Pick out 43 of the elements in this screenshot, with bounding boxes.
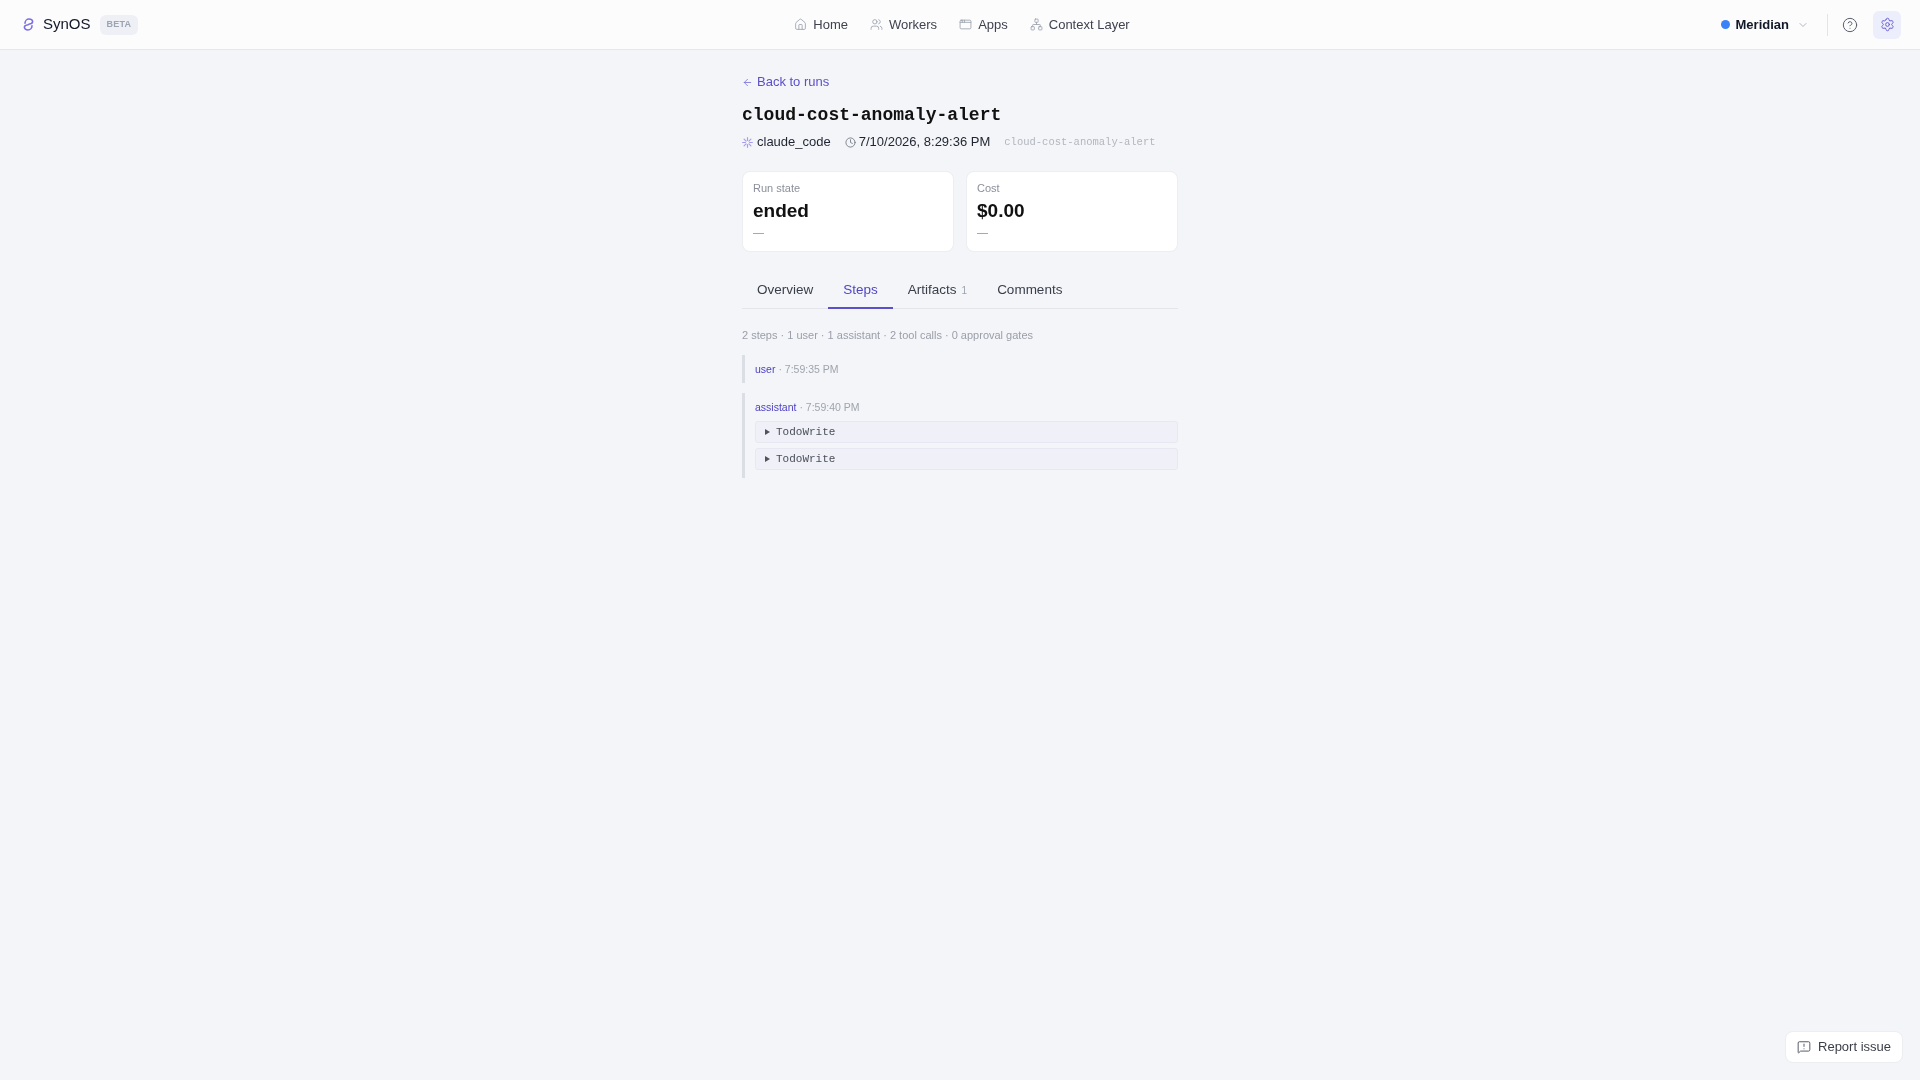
tab[interactable]: Comments bbox=[982, 273, 1078, 309]
home-icon bbox=[794, 18, 808, 31]
step-role: user bbox=[755, 362, 776, 376]
stat-note: — bbox=[977, 225, 988, 239]
brand-name: SynOS bbox=[43, 14, 91, 35]
logo-icon bbox=[23, 18, 34, 31]
step-time: · 7:59:40 PM bbox=[799, 400, 860, 414]
tab[interactable]: Artifacts 1 bbox=[892, 273, 983, 309]
agent-name: claude_code bbox=[757, 134, 831, 150]
nav-link[interactable]: Home bbox=[794, 14, 848, 35]
stat-note: — bbox=[753, 225, 764, 239]
arrow-left-icon bbox=[742, 76, 753, 88]
clock-icon bbox=[844, 136, 856, 148]
step-time: · 7:59:35 PM bbox=[778, 362, 839, 376]
tool-call-row[interactable]: TodoWrite bbox=[755, 421, 1178, 443]
stat-label: Cost bbox=[977, 181, 1000, 195]
workspace-switcher[interactable]: Meridian bbox=[1720, 14, 1809, 35]
stat-value: ended bbox=[753, 199, 809, 223]
step-role: assistant bbox=[755, 400, 797, 414]
help-button[interactable] bbox=[1841, 15, 1859, 34]
settings-button[interactable] bbox=[1873, 10, 1901, 39]
back-link[interactable]: Back to runs bbox=[742, 74, 830, 90]
hierarchy-icon bbox=[1029, 18, 1043, 31]
run-slug: cloud-cost-anomaly-alert bbox=[1004, 135, 1156, 150]
run-title: cloud-cost-anomaly-alert bbox=[742, 104, 1002, 127]
window-icon bbox=[959, 18, 973, 31]
steps-summary: 2 steps · 1 user · 1 assistant · 2 tool calls · 0 approval gates bbox=[742, 328, 1034, 342]
run-timestamp: 7/10/2026, 8:29:36 PM bbox=[858, 134, 991, 150]
nav-link[interactable]: Context Layer bbox=[1029, 14, 1130, 35]
tab[interactable]: Steps bbox=[828, 273, 893, 309]
starburst-icon bbox=[742, 136, 753, 148]
stat-label: Run state bbox=[753, 181, 801, 195]
nav-link[interactable]: Apps bbox=[959, 14, 1008, 35]
tab[interactable]: Overview bbox=[742, 273, 829, 309]
beta-badge: BETA bbox=[99, 14, 139, 35]
people-icon bbox=[869, 18, 883, 31]
report-issue-button[interactable]: Report issue bbox=[1785, 1031, 1903, 1063]
tool-call-row[interactable]: TodoWrite bbox=[755, 448, 1178, 470]
settings-icon bbox=[1879, 17, 1895, 32]
message-alert-icon bbox=[1797, 1040, 1811, 1054]
nav-link[interactable]: Workers bbox=[869, 14, 938, 35]
help-icon bbox=[1842, 16, 1858, 33]
stat-value: $0.00 bbox=[977, 199, 1025, 223]
